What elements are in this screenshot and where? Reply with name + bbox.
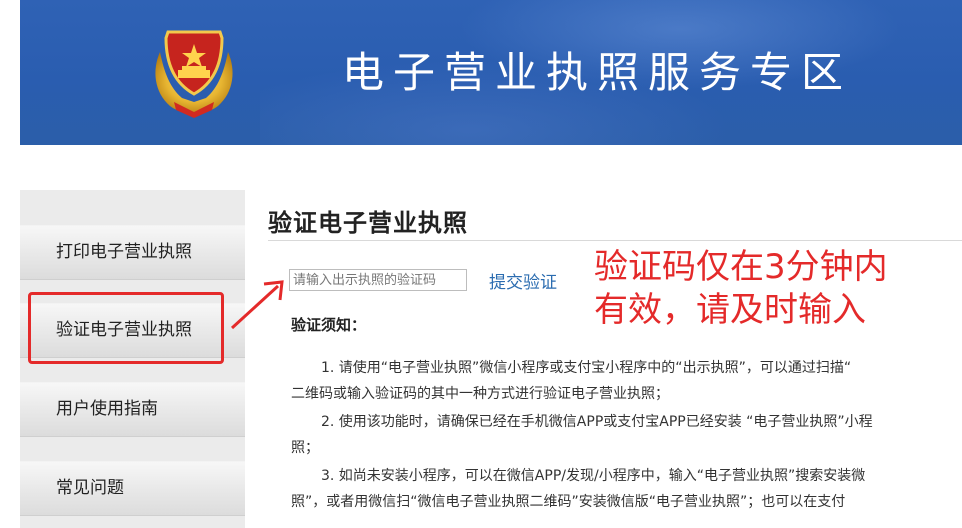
notice-paragraph-2: 2. 使用该功能时，请确保已经在手机微信APP或支付宝APP已经安装 “电子营业… [291,409,962,461]
notice-paragraph-1-line-1: 1. 请使用“电子营业执照”微信小程序或支付宝小程序中的“出示执照”，可以通过扫… [321,360,852,376]
page-title: 验证电子营业执照 [268,209,468,237]
verification-code-input[interactable] [289,269,467,291]
notice-paragraph-2-line-2: 照； [291,440,319,456]
notice-paragraph-3-line-2: 照”，或者用微信扫“微信电子营业执照二维码”安装微信版“电子营业执照”；也可以在… [291,494,846,510]
submit-verification-link[interactable]: 提交验证 [489,268,557,293]
annotation-line-2: 有效，请及时输入 [594,290,866,330]
validity-annotation: 验证码仅在3分钟内 有效，请及时输入 [594,246,954,332]
notice-paragraph-2-line-1: 2. 使用该功能时，请确保已经在手机微信APP或支付宝APP已经安装 “电子营业… [321,414,873,430]
annotation-arrow-icon [230,280,284,330]
notice-paragraph-3-line-1: 3. 如尚未安装小程序，可以在微信APP/发现/小程序中，输入“电子营业执照”搜… [321,468,866,484]
annotation-line-1: 验证码仅在3分钟内 [594,247,888,287]
page-banner-title: 电子营业执照服务专区 [342,48,853,97]
notice-paragraph-1-line-2: 二维码或输入验证码的其中一种方式进行验证电子营业执照； [291,386,669,402]
national-emblem-icon [155,30,233,118]
sidebar-item-user-guide[interactable]: 用户使用指南 [20,382,245,437]
header-banner: 电子营业执照服务专区 [20,0,962,145]
sidebar-item-faq[interactable]: 常见问题 [20,461,245,516]
notice-paragraph-1: 1. 请使用“电子营业执照”微信小程序或支付宝小程序中的“出示执照”，可以通过扫… [291,355,962,407]
sidebar-highlight-box [28,292,224,364]
title-divider [268,240,962,241]
sidebar-item-print-license[interactable]: 打印电子营业执照 [20,225,245,280]
notice-heading: 验证须知： [291,316,367,334]
notice-paragraph-3: 3. 如尚未安装小程序，可以在微信APP/发现/小程序中，输入“电子营业执照”搜… [291,463,962,515]
